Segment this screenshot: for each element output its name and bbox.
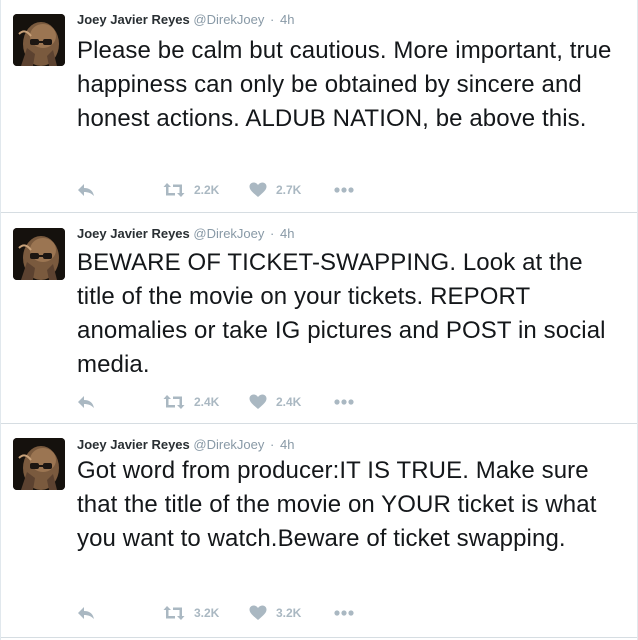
tweet-header: Joey Javier Reyes @DirekJoey · 4h	[77, 12, 294, 28]
reply-icon	[78, 607, 94, 619]
tweet-actions: 2.2K 2.7K	[77, 180, 397, 200]
retweet-count: 2.2K	[194, 183, 220, 197]
heart-icon	[249, 394, 267, 409]
like-button[interactable]: 3.2K	[249, 603, 301, 623]
tweet-actions: 3.2K 3.2K	[77, 603, 397, 623]
tweet-feed: Joey Javier Reyes @DirekJoey · 4h Please…	[0, 0, 638, 640]
retweet-button[interactable]: 3.2K	[163, 603, 219, 623]
timestamp[interactable]: 4h	[280, 226, 294, 241]
avatar[interactable]	[13, 438, 65, 490]
separator: ·	[270, 12, 275, 27]
like-count: 2.4K	[276, 395, 302, 409]
timestamp[interactable]: 4h	[280, 12, 294, 27]
separator: ·	[270, 226, 275, 241]
tweet[interactable]: Joey Javier Reyes @DirekJoey · 4h Got wo…	[1, 424, 637, 638]
like-count: 3.2K	[276, 606, 302, 620]
like-button[interactable]: 2.7K	[249, 180, 301, 200]
tweet-header: Joey Javier Reyes @DirekJoey · 4h	[77, 226, 294, 242]
retweet-count: 2.4K	[194, 395, 220, 409]
more-button[interactable]	[333, 603, 355, 623]
retweet-button[interactable]: 2.4K	[163, 392, 219, 412]
heart-icon	[249, 182, 267, 197]
reply-button[interactable]	[77, 392, 95, 412]
more-button[interactable]	[333, 392, 355, 412]
separator: ·	[270, 437, 275, 452]
more-icon	[334, 187, 354, 193]
avatar[interactable]	[13, 14, 65, 66]
reply-button[interactable]	[77, 603, 95, 623]
author-name[interactable]: Joey Javier Reyes	[77, 12, 190, 27]
tweet[interactable]: Joey Javier Reyes @DirekJoey · 4h Please…	[1, 0, 637, 213]
retweet-icon	[163, 183, 185, 197]
more-icon	[334, 610, 354, 616]
tweet-text: Got word from producer:IT IS TRUE. Make …	[77, 457, 597, 552]
retweet-button[interactable]: 2.2K	[163, 180, 219, 200]
more-icon	[334, 399, 354, 405]
author-handle[interactable]: @DirekJoey	[193, 12, 264, 27]
reply-icon	[78, 184, 94, 196]
retweet-icon	[163, 606, 185, 620]
avatar-image	[13, 14, 65, 66]
avatar[interactable]	[13, 228, 65, 280]
reply-button[interactable]	[77, 180, 95, 200]
like-button[interactable]: 2.4K	[249, 392, 301, 412]
retweet-icon	[163, 395, 185, 409]
heart-icon	[249, 605, 267, 620]
retweet-count: 3.2K	[194, 606, 220, 620]
avatar-image	[13, 228, 65, 280]
tweet-actions: 2.4K 2.4K	[77, 392, 397, 412]
reply-icon	[78, 396, 94, 408]
tweet[interactable]: Joey Javier Reyes @DirekJoey · 4h BEWARE…	[1, 213, 637, 424]
author-handle[interactable]: @DirekJoey	[193, 226, 264, 241]
more-button[interactable]	[333, 180, 355, 200]
tweet-text: Please be calm but cautious. More import…	[77, 37, 612, 132]
tweet-header: Joey Javier Reyes @DirekJoey · 4h	[77, 437, 294, 453]
author-name[interactable]: Joey Javier Reyes	[77, 437, 190, 452]
timestamp[interactable]: 4h	[280, 437, 294, 452]
avatar-image	[13, 438, 65, 490]
author-handle[interactable]: @DirekJoey	[193, 437, 264, 452]
tweet-text: BEWARE OF TICKET-SWAPPING. Look at the t…	[77, 249, 606, 378]
author-name[interactable]: Joey Javier Reyes	[77, 226, 190, 241]
like-count: 2.7K	[276, 183, 302, 197]
